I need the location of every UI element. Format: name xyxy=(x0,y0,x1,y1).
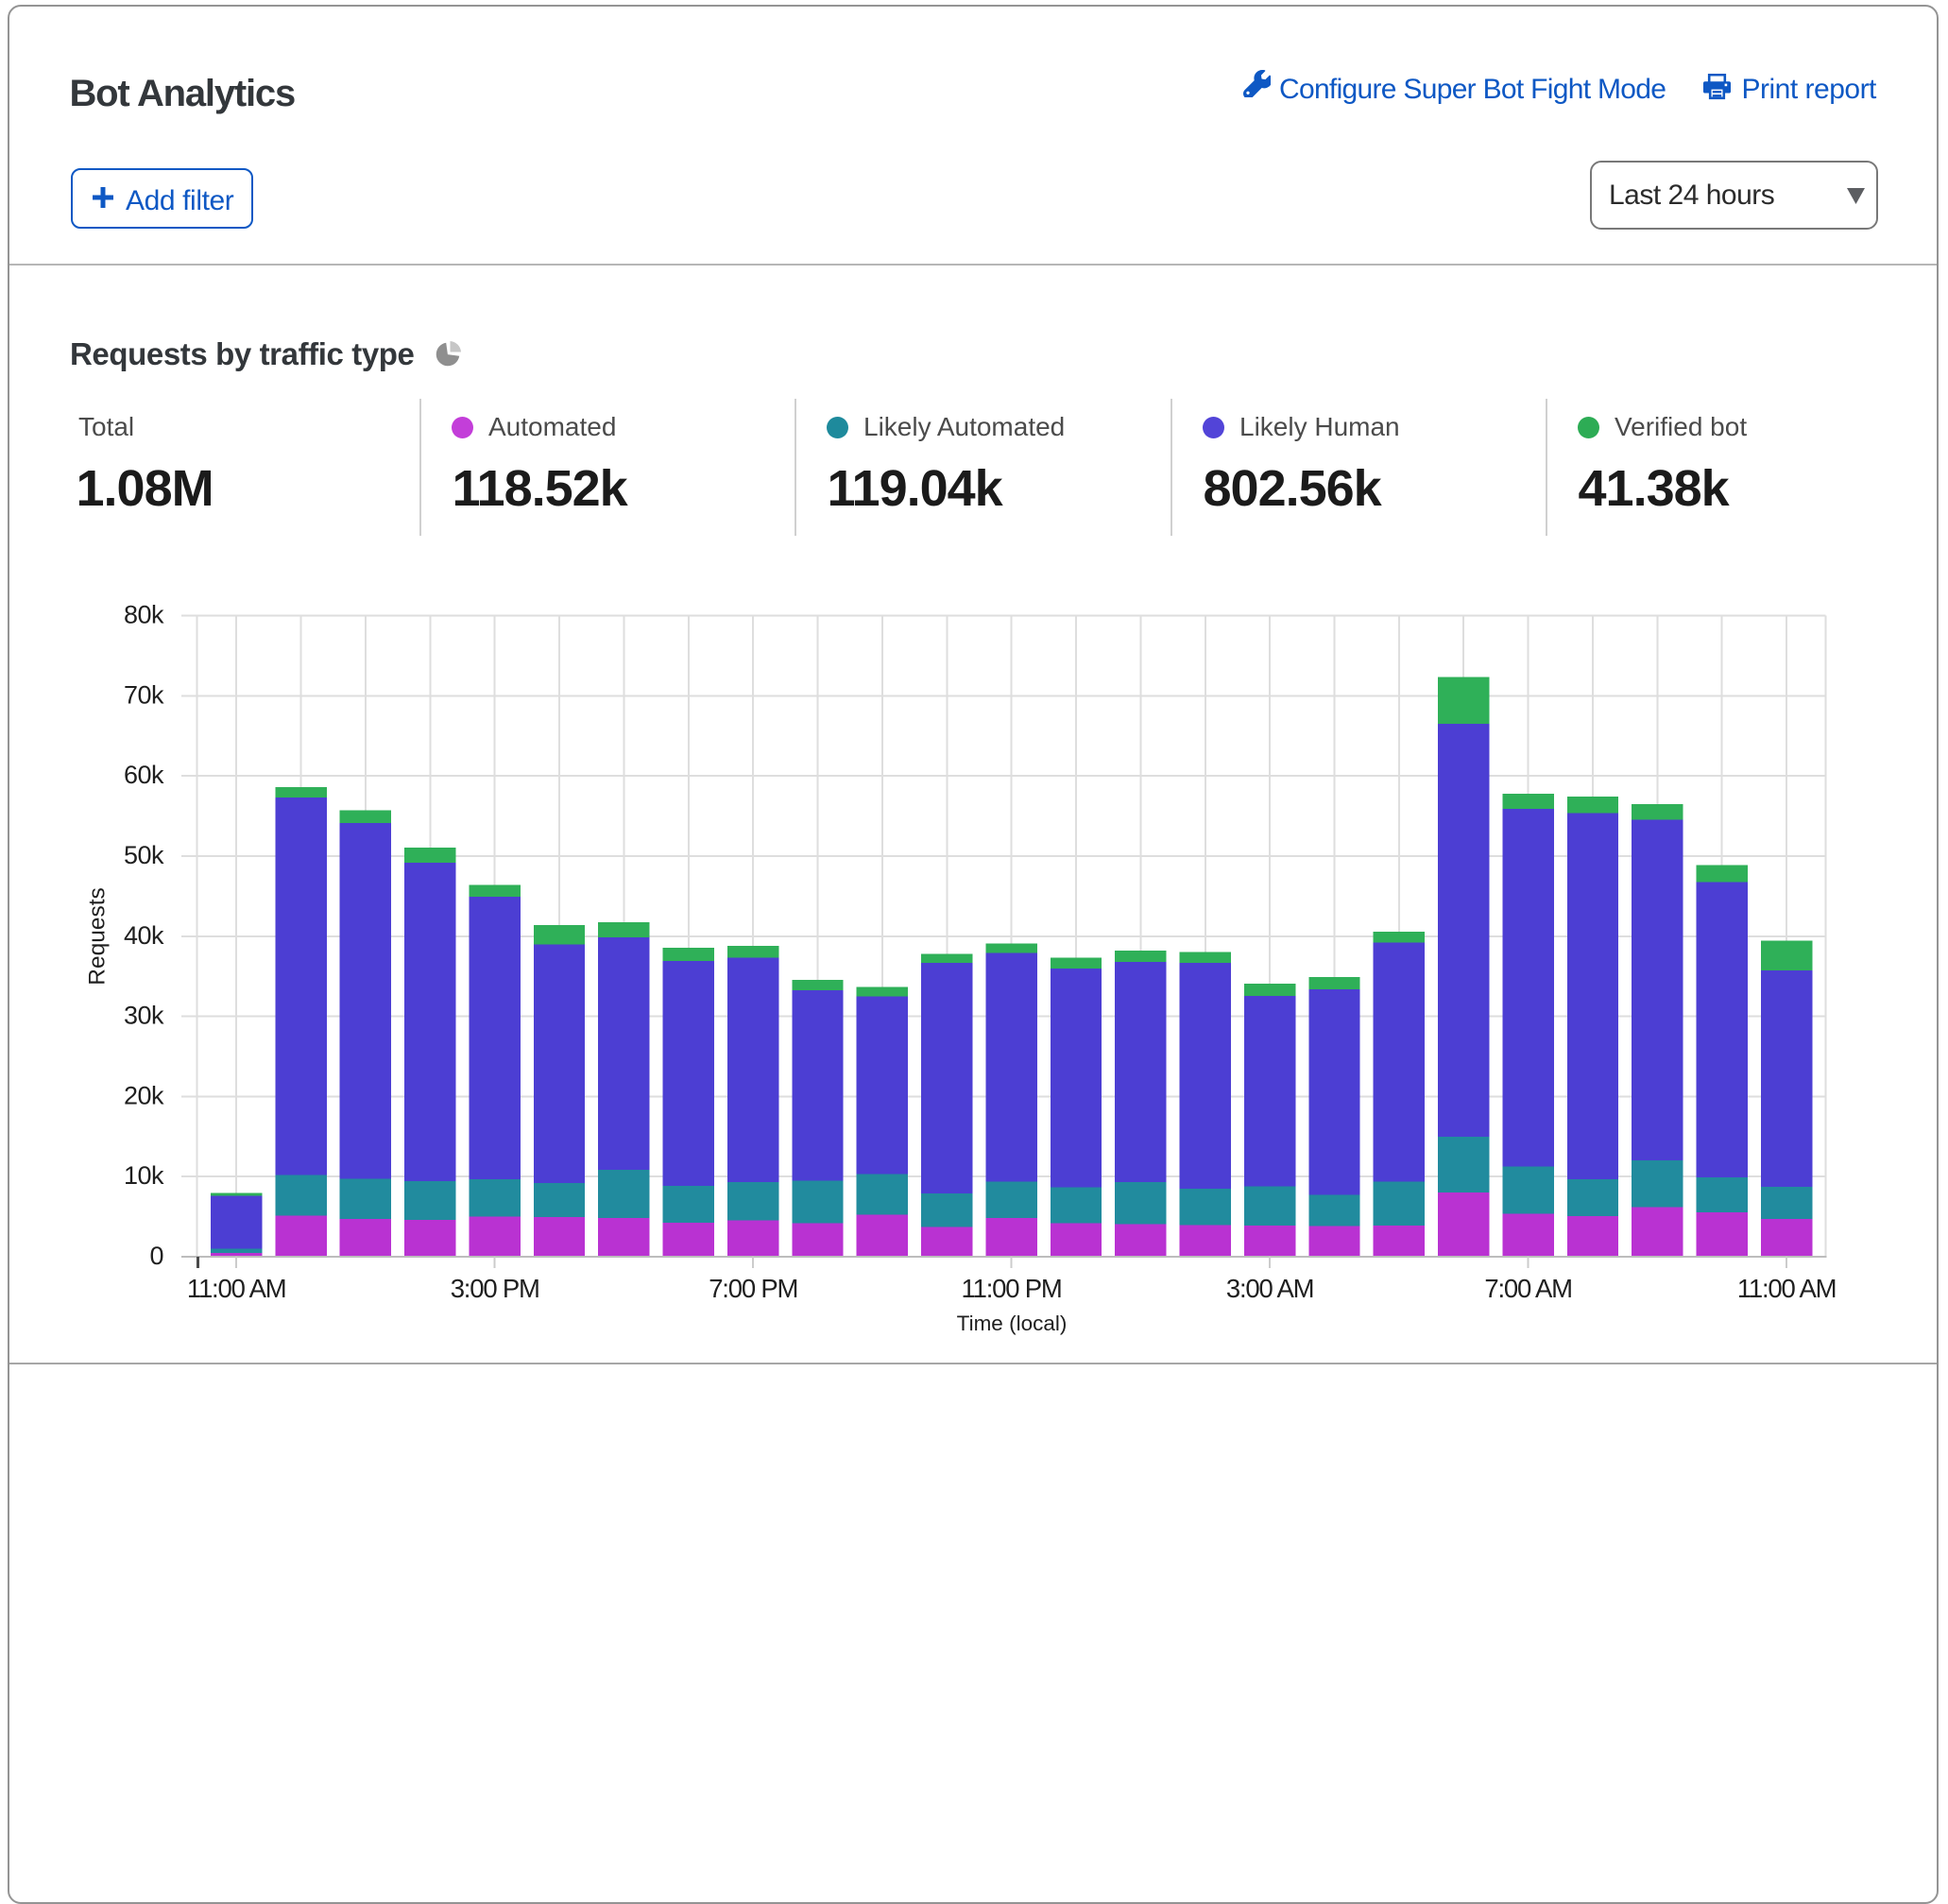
svg-text:40k: 40k xyxy=(124,921,164,950)
svg-text:50k: 50k xyxy=(124,841,164,869)
svg-text:11:00 AM: 11:00 AM xyxy=(1737,1274,1837,1303)
svg-text:11:00 AM: 11:00 AM xyxy=(187,1274,286,1303)
svg-text:11:00 PM: 11:00 PM xyxy=(962,1274,1062,1303)
svg-text:0: 0 xyxy=(149,1242,163,1270)
svg-text:80k: 80k xyxy=(124,601,164,629)
svg-text:Requests: Requests xyxy=(85,887,111,986)
svg-text:3:00 PM: 3:00 PM xyxy=(451,1274,539,1303)
svg-text:7:00 PM: 7:00 PM xyxy=(709,1274,797,1303)
svg-text:30k: 30k xyxy=(124,1002,164,1030)
svg-text:60k: 60k xyxy=(124,761,164,789)
svg-text:70k: 70k xyxy=(124,680,164,709)
svg-text:7:00 AM: 7:00 AM xyxy=(1484,1274,1572,1303)
svg-text:Time (local): Time (local) xyxy=(957,1312,1068,1335)
svg-text:3:00 AM: 3:00 AM xyxy=(1226,1274,1314,1303)
svg-text:10k: 10k xyxy=(124,1161,164,1190)
svg-text:20k: 20k xyxy=(124,1081,164,1109)
